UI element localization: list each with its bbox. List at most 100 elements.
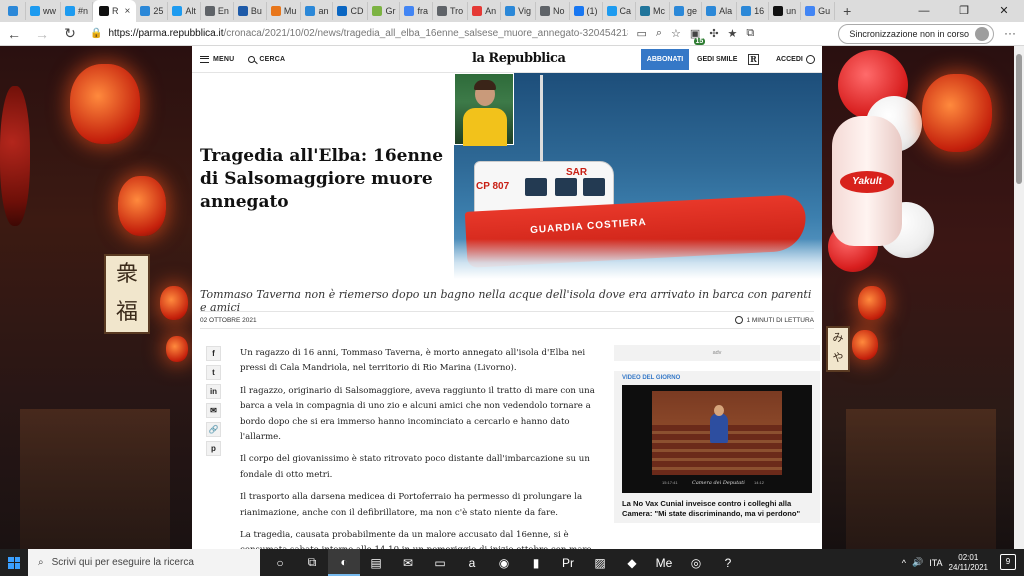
tab-favicon-icon <box>305 6 316 16</box>
browser-tab[interactable]: Ca <box>603 2 637 20</box>
media-encoder-icon[interactable]: Me <box>648 549 680 576</box>
video-time-left: 15:17:41 <box>662 480 678 485</box>
language-indicator[interactable]: ITA <box>929 558 942 568</box>
app-icon[interactable]: ◆ <box>616 549 648 576</box>
browser-tab[interactable]: fra <box>400 2 433 20</box>
close-window-button[interactable]: ✕ <box>984 0 1024 22</box>
volume-icon[interactable]: 🔊 <box>912 557 923 568</box>
video-player[interactable]: 15:17:41 Camera dei Deputati 14:12 <box>622 385 812 493</box>
yakult-bottle: Yakult <box>832 116 902 246</box>
browser-tab[interactable]: Mu <box>267 2 302 20</box>
reader-view-icon[interactable]: ▭ <box>636 27 646 40</box>
browser-tab[interactable]: Alt <box>168 2 201 20</box>
scrollbar-thumb[interactable] <box>1016 54 1022 184</box>
close-tab-icon[interactable]: × <box>125 6 131 17</box>
pinterest-share-icon[interactable]: p <box>206 441 221 456</box>
start-button[interactable] <box>0 549 28 576</box>
browser-tab[interactable]: Tro <box>433 2 469 20</box>
reload-button[interactable]: ↻ <box>56 25 84 42</box>
explorer-icon[interactable]: ▭ <box>424 549 456 576</box>
site-logo[interactable]: la Repubblica <box>472 51 566 66</box>
office-icon[interactable]: ▮ <box>520 549 552 576</box>
maximize-button[interactable]: ❐ <box>944 0 984 22</box>
tab-active[interactable]: R × <box>93 0 137 22</box>
zoom-icon[interactable]: ⌕ <box>656 27 662 40</box>
app-icon[interactable]: ◎ <box>680 549 712 576</box>
app-icon[interactable]: ? <box>712 549 744 576</box>
menu-button[interactable]: MENU <box>200 55 234 63</box>
favorites-icon[interactable]: ★ <box>728 27 738 40</box>
gedi-smile-link[interactable]: GEDI SMILE <box>697 56 737 63</box>
hamburger-icon <box>200 55 209 63</box>
site-header: MENU CERCA la Repubblica ABBONATI GEDI S… <box>192 46 822 73</box>
browser-tab[interactable]: Bu <box>234 2 267 20</box>
photos-icon[interactable]: ▨ <box>584 549 616 576</box>
browser-tab-strip: ww #n R × 25 Alt En Bu Mu an CD Gr fra Tro An Vig No (1) C… <box>0 0 1024 22</box>
store-icon[interactable]: ▤ <box>360 549 392 576</box>
article-page: MENU CERCA la Repubblica ABBONATI GEDI S… <box>192 46 822 549</box>
new-tab-button[interactable]: + <box>835 3 859 19</box>
back-button[interactable]: ← <box>0 26 28 42</box>
collections-icon[interactable]: ⧉ <box>746 27 754 40</box>
notifications-icon[interactable]: 9 <box>1000 554 1016 570</box>
favorite-add-icon[interactable]: ☆ <box>671 27 681 40</box>
address-bar[interactable]: https://parma.repubblica.it/cronaca/2021… <box>108 28 628 39</box>
premiere-icon[interactable]: Pr <box>552 549 584 576</box>
hero-image: CP 807 SAR GUARDIA COSTIERA <box>454 73 822 279</box>
browser-tab[interactable]: #n <box>61 2 94 20</box>
browser-tab[interactable]: 16 <box>737 2 770 20</box>
browser-tab[interactable]: an <box>301 2 334 20</box>
video-title[interactable]: La No Vax Cunial inveisce contro i colle… <box>622 499 812 519</box>
browser-tab[interactable]: En <box>201 2 234 20</box>
browser-tab[interactable]: Ala <box>702 2 738 20</box>
extension-icon[interactable]: ▣ 15 <box>690 27 706 45</box>
facebook-share-icon[interactable]: f <box>206 346 221 361</box>
tray-expand-icon[interactable]: ^ <box>902 558 906 568</box>
browser-tab[interactable]: (1) <box>570 2 603 20</box>
twitter-share-icon[interactable]: t <box>206 365 221 380</box>
taskbar-clock[interactable]: 02:01 24/11/2021 <box>949 553 988 573</box>
browser-tab[interactable] <box>4 2 26 20</box>
browser-tab[interactable]: Mc <box>636 2 671 20</box>
browser-tab[interactable]: Gu <box>801 2 836 20</box>
browser-tab[interactable]: un <box>769 2 802 20</box>
taskbar-search[interactable]: ⌕ Scrivi qui per eseguire la ricerca <box>28 549 260 576</box>
search-label: CERCA <box>259 55 286 63</box>
tab-favicon-icon <box>640 6 651 16</box>
browser-tab[interactable]: Vig <box>501 2 537 20</box>
link-copy-icon[interactable]: 🔗 <box>206 422 221 437</box>
browser-tab[interactable]: No <box>536 2 570 20</box>
page-scrollbar[interactable] <box>1014 46 1024 549</box>
browser-tab[interactable]: 25 <box>136 2 169 20</box>
linkedin-share-icon[interactable]: in <box>206 384 221 399</box>
edge-icon[interactable]: ◐ <box>328 549 360 576</box>
video-of-the-day[interactable]: VIDEO DEL GIORNO 15:17:41 Camera dei Dep… <box>614 371 820 523</box>
repubblica-r-icon[interactable]: R <box>748 54 759 65</box>
forward-button[interactable]: → <box>28 26 56 42</box>
address-toolbar: ← → ↻ 🔒 https://parma.repubblica.it/cron… <box>0 22 1024 46</box>
tab-favicon-icon <box>773 6 784 16</box>
browser-tab[interactable]: An <box>468 2 502 20</box>
sea-foam <box>454 239 822 279</box>
browser-tab[interactable]: ge <box>670 2 703 20</box>
browser-tab[interactable]: Gr <box>368 2 401 20</box>
email-share-icon[interactable]: ✉ <box>206 403 221 418</box>
browser-tab[interactable]: CD <box>333 2 369 20</box>
amazon-icon[interactable]: a <box>456 549 488 576</box>
minimize-button[interactable]: — <box>904 0 944 22</box>
mail-icon[interactable]: ✉ <box>392 549 424 576</box>
tab-label: Ca <box>619 6 632 16</box>
lock-icon[interactable]: 🔒 <box>90 28 102 39</box>
task-view-icon[interactable]: ⧉ <box>296 549 328 576</box>
settings-menu-icon[interactable]: ··· <box>1004 26 1016 40</box>
tab-favicon-icon <box>204 6 215 16</box>
login-button[interactable]: ACCEDI <box>776 55 815 64</box>
subscribe-button[interactable]: ABBONATI <box>641 49 689 70</box>
login-label: ACCEDI <box>776 56 803 63</box>
browser-tab[interactable]: ww <box>26 2 61 20</box>
sync-button[interactable]: Sincronizzazione non in corso <box>838 24 994 44</box>
cortana-icon[interactable]: ○ <box>264 549 296 576</box>
app-icon[interactable]: ◉ <box>488 549 520 576</box>
search-button[interactable]: CERCA <box>248 55 286 63</box>
puzzle-icon[interactable]: ✣ <box>709 27 718 40</box>
